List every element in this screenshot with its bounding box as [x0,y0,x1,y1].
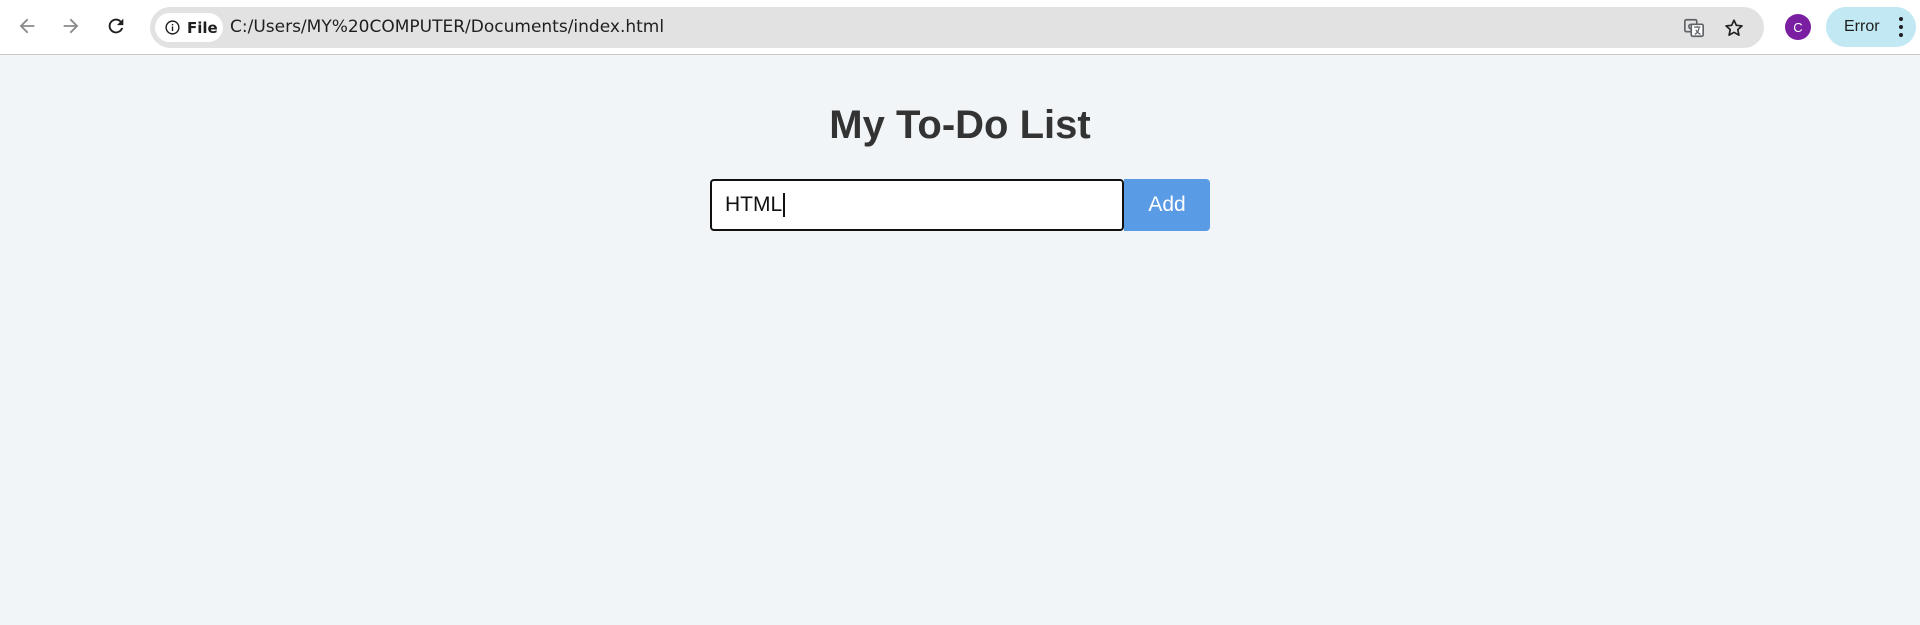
page-title: My To-Do List [829,103,1091,147]
reload-icon [108,18,124,34]
text-caret [783,193,785,217]
translate-icon: G [1684,18,1704,38]
error-menu-button[interactable]: Error [1826,7,1916,47]
back-button[interactable] [9,8,45,44]
back-arrow-icon [19,18,35,34]
browser-toolbar: File C:/Users/MY%20COMPUTER/Documents/in… [0,0,1920,55]
todo-input-value: HTML [725,193,783,216]
site-info-chip[interactable]: File [155,13,223,42]
add-button[interactable]: Add [1124,179,1210,231]
forward-button[interactable] [53,8,89,44]
info-icon [165,20,180,35]
error-label: Error [1844,18,1880,35]
profile-avatar[interactable]: C [1785,14,1811,40]
reload-button[interactable] [98,8,134,44]
url-text[interactable]: C:/Users/MY%20COMPUTER/Documents/index.h… [230,7,664,48]
bookmark-button[interactable] [1721,15,1747,41]
todo-input[interactable]: HTML [710,179,1124,231]
kebab-menu-icon [1896,17,1906,37]
site-info-label: File [187,18,218,37]
forward-arrow-icon [63,18,79,34]
star-icon [1725,19,1743,36]
translate-button[interactable]: G [1681,15,1707,41]
address-bar[interactable]: File C:/Users/MY%20COMPUTER/Documents/in… [150,7,1764,48]
